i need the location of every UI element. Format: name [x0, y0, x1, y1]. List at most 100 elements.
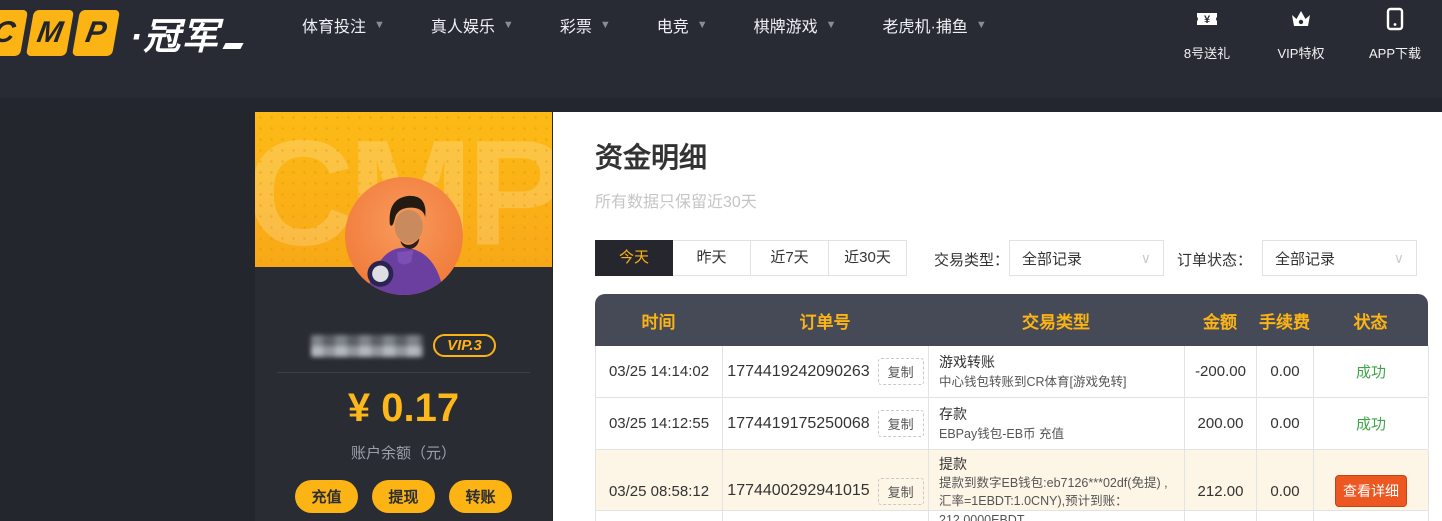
cell-amount: -200.00 [1185, 346, 1257, 397]
nav-item-label: 电竞 [656, 19, 689, 36]
copy-button[interactable]: 复制 [877, 477, 924, 505]
cell-fee: 0.00 [1257, 398, 1314, 449]
col-time: 时间 [641, 312, 676, 332]
nav-item-label: 真人娱乐 [430, 19, 495, 36]
wallet-actions: 充值 提现 转账 [255, 480, 552, 513]
deposit-button[interactable]: 充值 [295, 480, 358, 513]
logo-letter-p: P [71, 10, 121, 56]
chevron-down-icon: ▼ [696, 19, 708, 31]
status-badge: 成功 [1314, 346, 1429, 397]
gift-voucher-icon: ¥ [1195, 7, 1219, 36]
nav-item-board-games[interactable]: 棋牌游戏 ▼ [754, 13, 837, 37]
page-subtitle: 所有数据只保留近30天 [595, 194, 757, 211]
username-blurred [311, 334, 424, 357]
transfer-button[interactable]: 转账 [449, 480, 512, 513]
logo-dash [222, 43, 244, 49]
chevron-down-icon: ▼ [374, 19, 385, 31]
vip-badge: VIP.3 [433, 334, 496, 357]
cell-fee: 0.00 [1257, 346, 1314, 397]
tab-today[interactable]: 今天 [595, 240, 673, 276]
order-id: 1774419175250068 [727, 414, 870, 432]
filter-bar: 今天 昨天 近7天 近30天 交易类型： 全部记录 ∨ 订单状态： 全部记录 ∨ [553, 240, 1442, 276]
app-download-button[interactable]: APP下载 [1362, 7, 1428, 62]
svg-text:¥: ¥ [1204, 14, 1211, 26]
cell-time: 03/25 14:14:02 [596, 346, 723, 397]
col-status: 状态 [1353, 312, 1388, 332]
copy-button[interactable]: 复制 [877, 410, 924, 437]
cell-type: 游戏转账 中心钱包转账到CR体育[游戏免转] [929, 346, 1185, 397]
chevron-down-icon: ▼ [502, 19, 514, 31]
order-status-select[interactable]: 全部记录 ∨ [1262, 240, 1417, 276]
col-fee: 手续费 [1259, 312, 1310, 332]
cell-amount: 200.00 [1185, 398, 1257, 449]
tab-last-30-days[interactable]: 近30天 [829, 240, 907, 276]
nav-item-label: 彩票 [559, 19, 592, 36]
vip-label: VIP特权 [1277, 46, 1325, 61]
table-row: 03/25 08:58:12 1774400292941015 复制 提款 提款… [595, 450, 1429, 521]
gift-label: 8号送礼 [1183, 46, 1231, 61]
nav-item-label: 棋牌游戏 [753, 19, 818, 36]
chevron-down-icon: ▼ [599, 19, 611, 31]
vip-button[interactable]: VIP特权 [1268, 7, 1334, 62]
col-type: 交易类型 [1022, 312, 1090, 332]
withdraw-button[interactable]: 提现 [372, 480, 435, 513]
account-balance: ¥ 0.17 [347, 386, 460, 430]
main-panel: 资金明细 所有数据只保留近30天 今天 昨天 近7天 近30天 交易类型： 全部… [553, 112, 1442, 521]
account-balance-label: 账户余额（元） [350, 445, 456, 462]
transaction-detail: EBPay钱包-EB币 充值 [939, 426, 1065, 441]
tab-last-7-days[interactable]: 近7天 [751, 240, 829, 276]
utility-menu: ¥ 8号送礼 VIP特权 APP下载 [1174, 7, 1428, 62]
table-row: 03/25 14:14:02 1774419242090263 复制 游戏转账 … [595, 346, 1429, 398]
nav-item-esports[interactable]: 电竞 ▼ [657, 13, 708, 37]
avatar [344, 177, 463, 295]
transaction-type-value: 全部记录 [1022, 250, 1083, 268]
app-label: APP下载 [1368, 46, 1421, 61]
profile-card: CMP VIP.3 ¥ 0. [255, 112, 552, 521]
date-range-tabs: 今天 昨天 近7天 近30天 [595, 240, 907, 276]
cell-type: 存款 EBPay钱包-EB币 充值 [929, 398, 1185, 449]
status-badge: 成功 [1314, 398, 1429, 449]
tab-yesterday[interactable]: 昨天 [673, 240, 751, 276]
card-divider [277, 372, 530, 373]
nav-item-label: 老虎机·捕鱼 [882, 19, 968, 36]
brand-logo[interactable]: C M P ·冠军 [0, 6, 244, 60]
top-nav: C M P ·冠军 体育投注 ▼ 真人娱乐 ▼ 彩票 ▼ 电竞 ▼ 棋牌游戏 ▼… [0, 0, 1442, 98]
transaction-type: 提款 [939, 456, 967, 472]
user-identity: VIP.3 [255, 334, 552, 357]
phone-icon [1383, 7, 1407, 36]
table-row-partial [595, 511, 1429, 521]
nav-item-slots-fishing[interactable]: 老虎机·捕鱼 ▼ [883, 13, 987, 37]
order-status-value: 全部记录 [1275, 250, 1336, 268]
page: C M P ·冠军 体育投注 ▼ 真人娱乐 ▼ 彩票 ▼ 电竞 ▼ 棋牌游戏 ▼… [0, 0, 1442, 521]
chevron-down-icon: ▼ [975, 19, 987, 31]
chevron-down-icon: ∨ [1140, 249, 1151, 266]
transaction-type-label: 交易类型： [934, 252, 1010, 269]
logo-letter-c: C [0, 10, 29, 56]
logo-wordmark: ·冠军 [130, 16, 220, 57]
transaction-type-select[interactable]: 全部记录 ∨ [1009, 240, 1164, 276]
chevron-down-icon: ▼ [825, 19, 837, 31]
transaction-type: 游戏转账 [939, 354, 995, 371]
order-id: 1774400292941015 [727, 482, 870, 500]
cell-order-id: 1774419242090263 复制 [723, 346, 929, 397]
order-status-label: 订单状态： [1177, 252, 1253, 269]
gift-button[interactable]: ¥ 8号送礼 [1174, 7, 1240, 62]
logo-letter-m: M [25, 10, 75, 56]
cell-time: 03/25 14:12:55 [596, 398, 723, 449]
order-id: 1774419242090263 [727, 362, 870, 380]
nav-item-lottery[interactable]: 彩票 ▼ [560, 13, 611, 37]
crown-icon [1289, 7, 1313, 36]
transaction-detail: 中心钱包转账到CR体育[游戏免转] [939, 374, 1127, 389]
chevron-down-icon: ∨ [1393, 249, 1404, 266]
copy-button[interactable]: 复制 [877, 358, 924, 385]
nav-item-label: 体育投注 [302, 19, 367, 36]
nav-item-live-casino[interactable]: 真人娱乐 ▼ [431, 13, 514, 37]
page-title: 资金明细 [595, 142, 708, 173]
table-header: 时间 订单号 交易类型 金额 手续费 状态 [595, 294, 1428, 346]
cell-order-id: 1774419175250068 复制 [723, 398, 929, 449]
transaction-type: 存款 [939, 406, 967, 423]
nav-item-sports[interactable]: 体育投注 ▼ [302, 13, 385, 37]
col-amount: 金额 [1203, 312, 1237, 332]
view-detail-button[interactable]: 查看详细 [1335, 475, 1407, 508]
main-menu: 体育投注 ▼ 真人娱乐 ▼ 彩票 ▼ 电竞 ▼ 棋牌游戏 ▼ 老虎机·捕鱼 ▼ [302, 0, 987, 50]
